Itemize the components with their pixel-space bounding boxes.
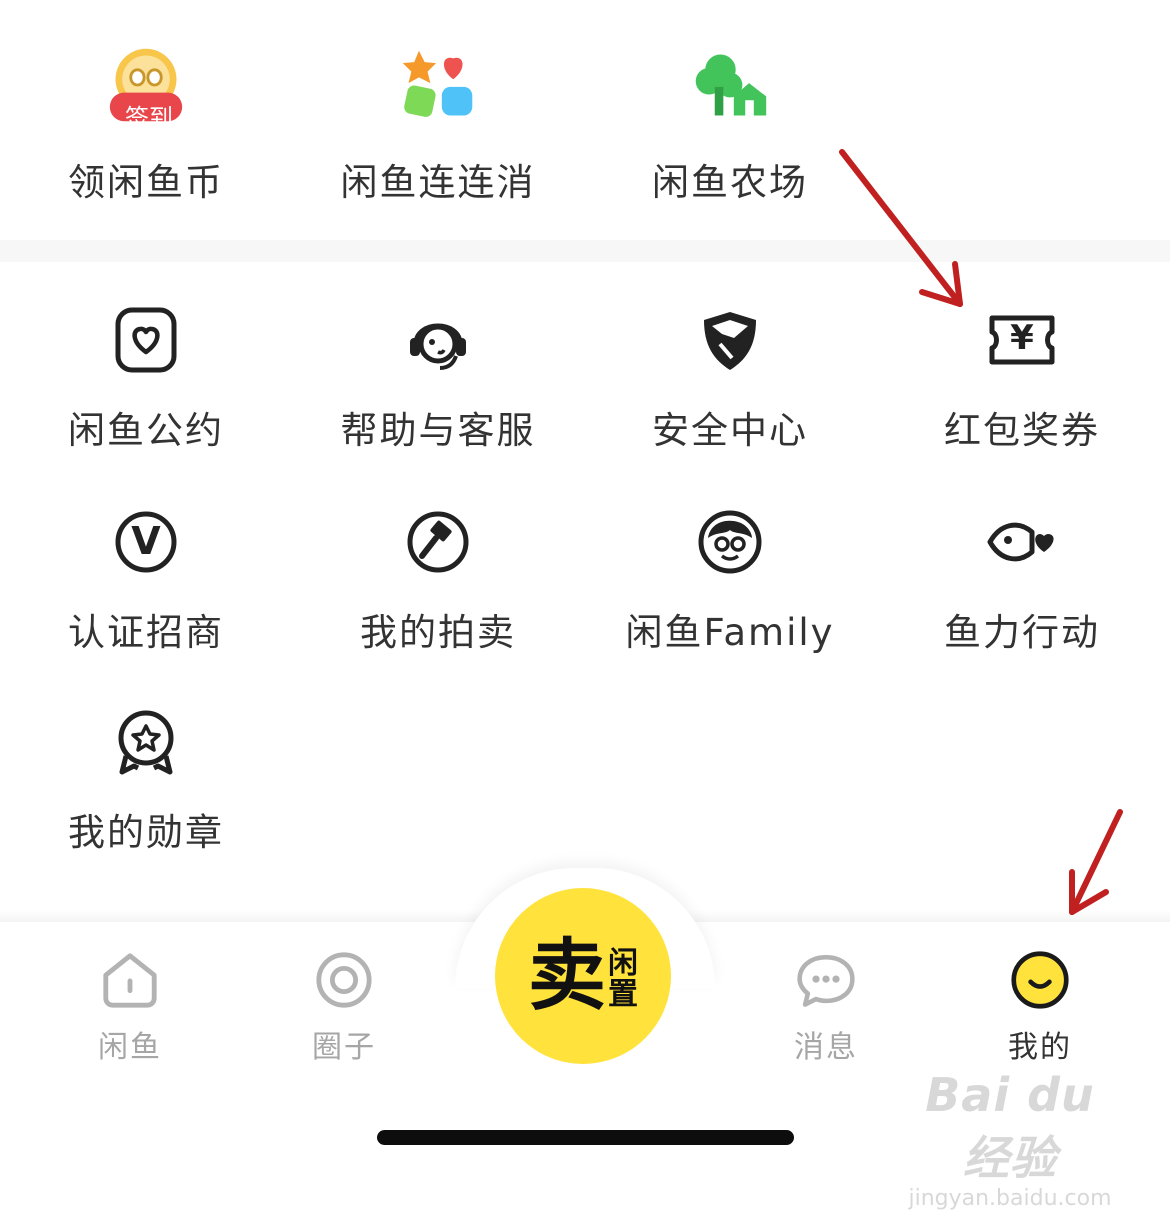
tool-label: 认证招商 (68, 611, 224, 654)
verify-symbol: V (131, 519, 161, 563)
home-indicator[interactable] (377, 1130, 794, 1145)
tool-label: 闲鱼公约 (68, 409, 224, 452)
tool-item-auction[interactable]: 我的拍卖 (292, 502, 584, 654)
tool-item-fish-action[interactable]: 鱼力行动 (876, 502, 1168, 654)
promo-item-coins[interactable]: 签到 领闲鱼币 (0, 40, 292, 210)
sell-sub-text: 闲 置 (608, 945, 638, 1012)
tool-label: 帮助与客服 (340, 409, 536, 452)
tool-label: 我的拍卖 (360, 611, 516, 654)
circle-icon (314, 950, 374, 1010)
tool-label: 红包奖券 (944, 409, 1100, 452)
promo-label: 闲鱼连连消 (340, 161, 536, 204)
farm-icon (690, 45, 770, 125)
tool-label: 我的勋章 (68, 811, 224, 854)
verified-v-icon: V (106, 502, 186, 582)
tool-item-convention[interactable]: 闲鱼公约 (0, 300, 292, 452)
tools-grid: 闲鱼公约 帮助与客服 安全中心 ¥ 红包奖券 V 认证招商 我的拍卖 闲鱼Fam… (0, 262, 1170, 922)
coupon-symbol: ¥ (1010, 318, 1034, 358)
section-divider (0, 240, 1170, 262)
family-monkey-icon (690, 502, 770, 582)
sell-sub-char: 置 (608, 977, 638, 1012)
tab-home[interactable]: 闲鱼 (70, 950, 190, 1070)
promo-row: 签到 领闲鱼币 闲鱼连连消 闲鱼农场 (0, 0, 1170, 240)
customer-service-icon (398, 300, 478, 380)
sign-in-badge: 签到 (125, 104, 173, 132)
promo-label: 领闲鱼币 (68, 161, 224, 204)
tool-item-coupon[interactable]: ¥ 红包奖券 (876, 300, 1168, 452)
match-game-icon (398, 45, 478, 125)
watermark-line1: Bai du 经验 (925, 1068, 1095, 1185)
watermark-line2: jingyan.baidu.com (908, 1186, 1112, 1211)
message-icon (796, 950, 856, 1010)
tool-item-verify[interactable]: V 认证招商 (0, 502, 292, 654)
promo-item-farm[interactable]: 闲鱼农场 (584, 40, 876, 210)
tab-messages[interactable]: 消息 (766, 950, 886, 1070)
fish-heart-icon (982, 502, 1062, 582)
promo-label: 闲鱼农场 (652, 161, 808, 204)
sell-sub-char: 闲 (608, 945, 638, 981)
sign-in-coin-icon: 签到 (106, 45, 186, 132)
baidu-watermark: Bai du 经验 jingyan.baidu.com (895, 1068, 1125, 1211)
tool-label: 鱼力行动 (944, 611, 1100, 654)
tool-item-medal[interactable]: 我的勋章 (0, 702, 292, 854)
home-icon (100, 950, 160, 1010)
sell-button[interactable]: 卖 闲 置 (495, 888, 671, 1064)
tool-item-help[interactable]: 帮助与客服 (292, 300, 584, 452)
shield-icon (690, 300, 770, 380)
tab-circle[interactable]: 圈子 (284, 950, 404, 1070)
sell-main-text: 卖 (527, 930, 606, 1021)
tool-label: 闲鱼Family (625, 611, 835, 654)
convention-heart-icon (106, 300, 186, 380)
tab-label: 闲鱼 (98, 1030, 162, 1065)
tab-profile[interactable]: 我的 (980, 950, 1100, 1070)
tab-label: 消息 (794, 1030, 858, 1065)
tool-label: 安全中心 (652, 409, 808, 452)
medal-icon (106, 702, 186, 782)
smiley-profile-icon (1010, 950, 1070, 1010)
auction-hammer-icon (398, 502, 478, 582)
tool-item-family[interactable]: 闲鱼Family (584, 502, 876, 654)
tool-item-security[interactable]: 安全中心 (584, 300, 876, 452)
promo-item-match-game[interactable]: 闲鱼连连消 (292, 40, 584, 210)
tab-label: 我的 (1008, 1030, 1072, 1065)
coupon-icon: ¥ (982, 300, 1062, 380)
tab-label: 圈子 (312, 1030, 376, 1065)
